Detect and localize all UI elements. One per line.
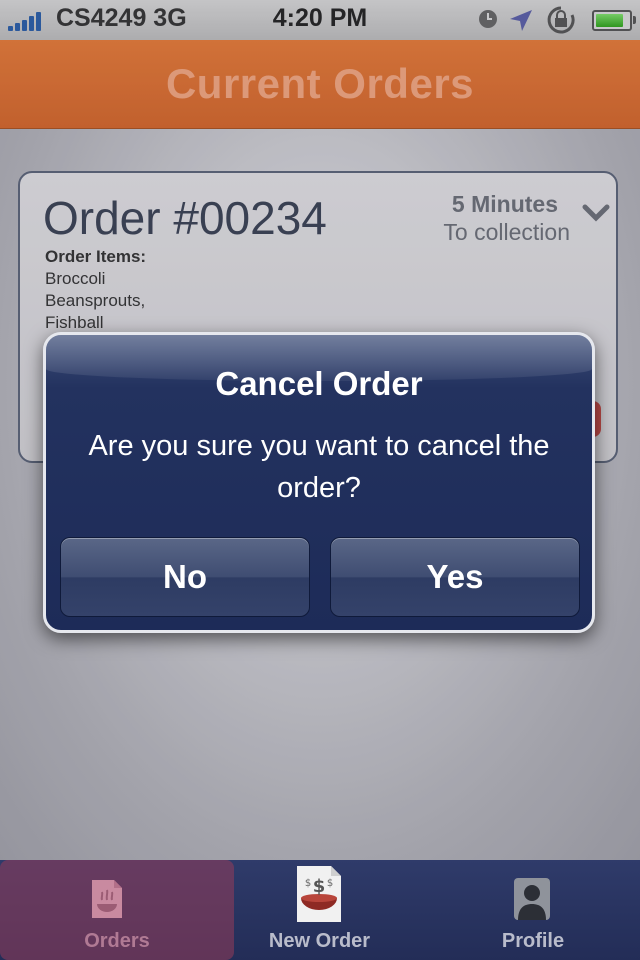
yes-button[interactable]: Yes <box>330 537 580 617</box>
cancel-order-dialog: Cancel Order Are you sure you want to ca… <box>43 332 595 633</box>
tab-new-order[interactable]: $ $ $ New Order <box>213 860 426 960</box>
tab-profile[interactable]: Profile <box>426 860 640 960</box>
tab-label-orders: Orders <box>84 930 150 952</box>
svg-text:$: $ <box>305 878 311 889</box>
tab-orders[interactable]: Orders <box>0 860 234 960</box>
tab-label-profile: Profile <box>501 930 565 952</box>
orders-icon <box>92 880 122 918</box>
tab-bar: Orders $ $ $ New Order Profile <box>0 860 640 960</box>
tab-label-new-order: New Order <box>268 930 371 952</box>
svg-text:$: $ <box>327 878 333 889</box>
profile-icon <box>514 878 550 920</box>
no-button[interactable]: No <box>60 537 310 617</box>
dialog-title: Cancel Order <box>215 365 423 402</box>
new-order-icon: $ $ $ <box>297 866 341 922</box>
svg-text:$: $ <box>313 876 326 897</box>
dialog-message: Are you sure you want to cancel the orde… <box>88 430 550 504</box>
